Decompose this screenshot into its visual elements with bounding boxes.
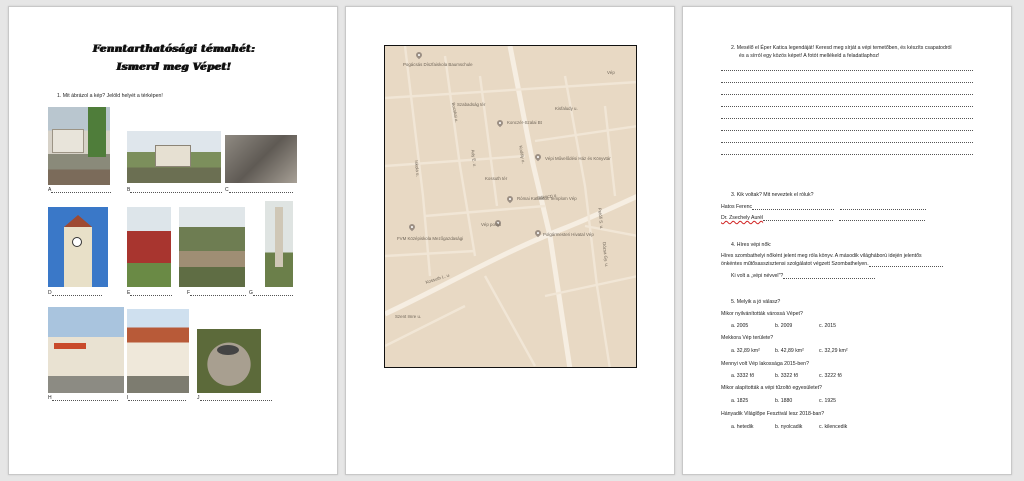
photo-d-tower (48, 207, 108, 287)
answer-line-8[interactable] (721, 154, 973, 155)
question-1: 1. Mit ábrázol a kép? Jelöld helyét a té… (57, 93, 163, 99)
label-i: I (127, 395, 187, 401)
map-street-kisfaludy: Kisfaludy u. (555, 106, 578, 111)
mc-3-option-a[interactable]: a. 3332 fő (731, 373, 754, 379)
mc-2-option-c[interactable]: c. 32,29 km² (819, 348, 848, 354)
map-street-szabadsag: Szabadság tér (457, 102, 486, 107)
label-a: A (48, 187, 112, 193)
photo-a-station (48, 107, 110, 185)
mc-question-3: Mennyi volt Vép lakossága 2015-ben? (721, 361, 809, 367)
map-label-nursery: Pogácsás Díszfaiskola Baumschule (403, 62, 473, 67)
worksheet-title-line1: Fenntarthatósági témahét: (92, 43, 256, 55)
question-4-text2: önkéntes műtősasszisztensi szolgálatot v… (721, 261, 943, 268)
label-b: B (127, 187, 223, 193)
photo-j-stone (197, 329, 261, 393)
mc-3-option-c[interactable]: c. 3222 fő (819, 373, 842, 379)
mc-1-option-c[interactable]: c. 2015 (819, 323, 836, 329)
photo-g-column (265, 201, 293, 287)
question-3-hatos: Hatos Ferenc (721, 204, 927, 211)
mc-1-option-a[interactable]: a. 2005 (731, 323, 748, 329)
answer-line-7[interactable] (721, 142, 973, 143)
label-g: G (249, 290, 293, 296)
mc-3-option-b[interactable]: b. 3322 fő (775, 373, 798, 379)
photo-b-building (127, 131, 221, 183)
label-c: C (225, 187, 293, 193)
question-3: 3. Kik voltak? Mit neveztek el róluk? (731, 192, 814, 198)
label-d: D (48, 290, 102, 296)
town-map[interactable]: Pogácsás Díszfaiskola Baumschule Vép Kon… (384, 45, 637, 368)
photo-c-relief (225, 135, 297, 183)
answer-line-1[interactable] (721, 70, 973, 71)
mc-4-option-a[interactable]: a. 1825 (731, 398, 748, 404)
question-4-text3: Ki volt a „vépi névvel"? (731, 273, 876, 280)
mc-5-option-c[interactable]: c. kilencedik (819, 424, 847, 430)
map-street-szent-imre: Szent Imre u. (395, 314, 422, 319)
map-street-kossuth-ter: Kossuth tér (485, 176, 508, 181)
label-f: F (187, 290, 247, 296)
page-3: 2. Mesélő el Éper Katica legendáját! Ker… (682, 6, 1012, 475)
photo-h-school (48, 307, 124, 393)
page-2: Pogácsás Díszfaiskola Baumschule Vép Kon… (345, 6, 675, 475)
map-label-konczer: Konczér-Szalai Bt (507, 120, 542, 125)
mc-2-option-a[interactable]: a. 32,89 km² (731, 348, 760, 354)
question-2-line2: és a sírról egy közös képet! A fotót mel… (739, 53, 880, 59)
label-h: H (48, 395, 118, 401)
label-j: J (197, 395, 272, 401)
mc-question-4: Mikor alapították a vépi tűzoltó egyesül… (721, 385, 822, 391)
question-2-line1: 2. Mesélő el Éper Katica legendáját! Ker… (731, 45, 952, 51)
map-label-school: FVM Középiskola Mezőgazdasági (397, 236, 464, 241)
map-label-townhall: Polgármesteri Hivatal Vép (543, 232, 594, 237)
map-label-post: Vép posta (481, 222, 501, 227)
answer-line-5[interactable] (721, 118, 973, 119)
photo-e-redhouse (127, 207, 171, 287)
mc-4-option-c[interactable]: c. 1925 (819, 398, 836, 404)
map-label-vep: Vép (607, 70, 615, 75)
answer-line-3[interactable] (721, 94, 973, 95)
mc-4-option-b[interactable]: b. 1880 (775, 398, 792, 404)
answer-line-4[interactable] (721, 106, 973, 107)
answer-line-6[interactable] (721, 130, 973, 131)
mc-1-option-b[interactable]: b. 2009 (775, 323, 792, 329)
label-e: E (127, 290, 173, 296)
question-4: 4. Híres vépi nők: (731, 242, 772, 248)
photo-i-house (127, 309, 189, 393)
mc-2-option-b[interactable]: b. 42,89 km² (775, 348, 804, 354)
question-3-zsechely: Dr. Zsechely Aurél (721, 215, 926, 222)
mc-question-1: Mikor nyilvánították várossá Vépet? (721, 311, 803, 317)
page-1: Fenntarthatósági témahét: Ismerd meg Vép… (8, 6, 338, 475)
mc-5-option-b[interactable]: b. nyolcadik (775, 424, 802, 430)
worksheet-title-line2: Ismerd meg Vépet! (116, 61, 232, 73)
mc-question-2: Mekkora Vép területe? (721, 335, 774, 341)
question-5: 5. Melyik a jó válasz? (731, 299, 781, 305)
mc-question-5: Hányadik Világlőpe Fesztivál lesz 2018-b… (721, 411, 825, 417)
map-label-cultural-house: Vépi Művelődési Ház és Könyvtár (545, 156, 611, 161)
photo-f-gate (179, 207, 245, 287)
mc-5-option-a[interactable]: a. hetedik (731, 424, 754, 430)
answer-line-2[interactable] (721, 82, 973, 83)
question-4-text1: Híres szombathelyi nőként jelent meg ról… (721, 253, 922, 259)
